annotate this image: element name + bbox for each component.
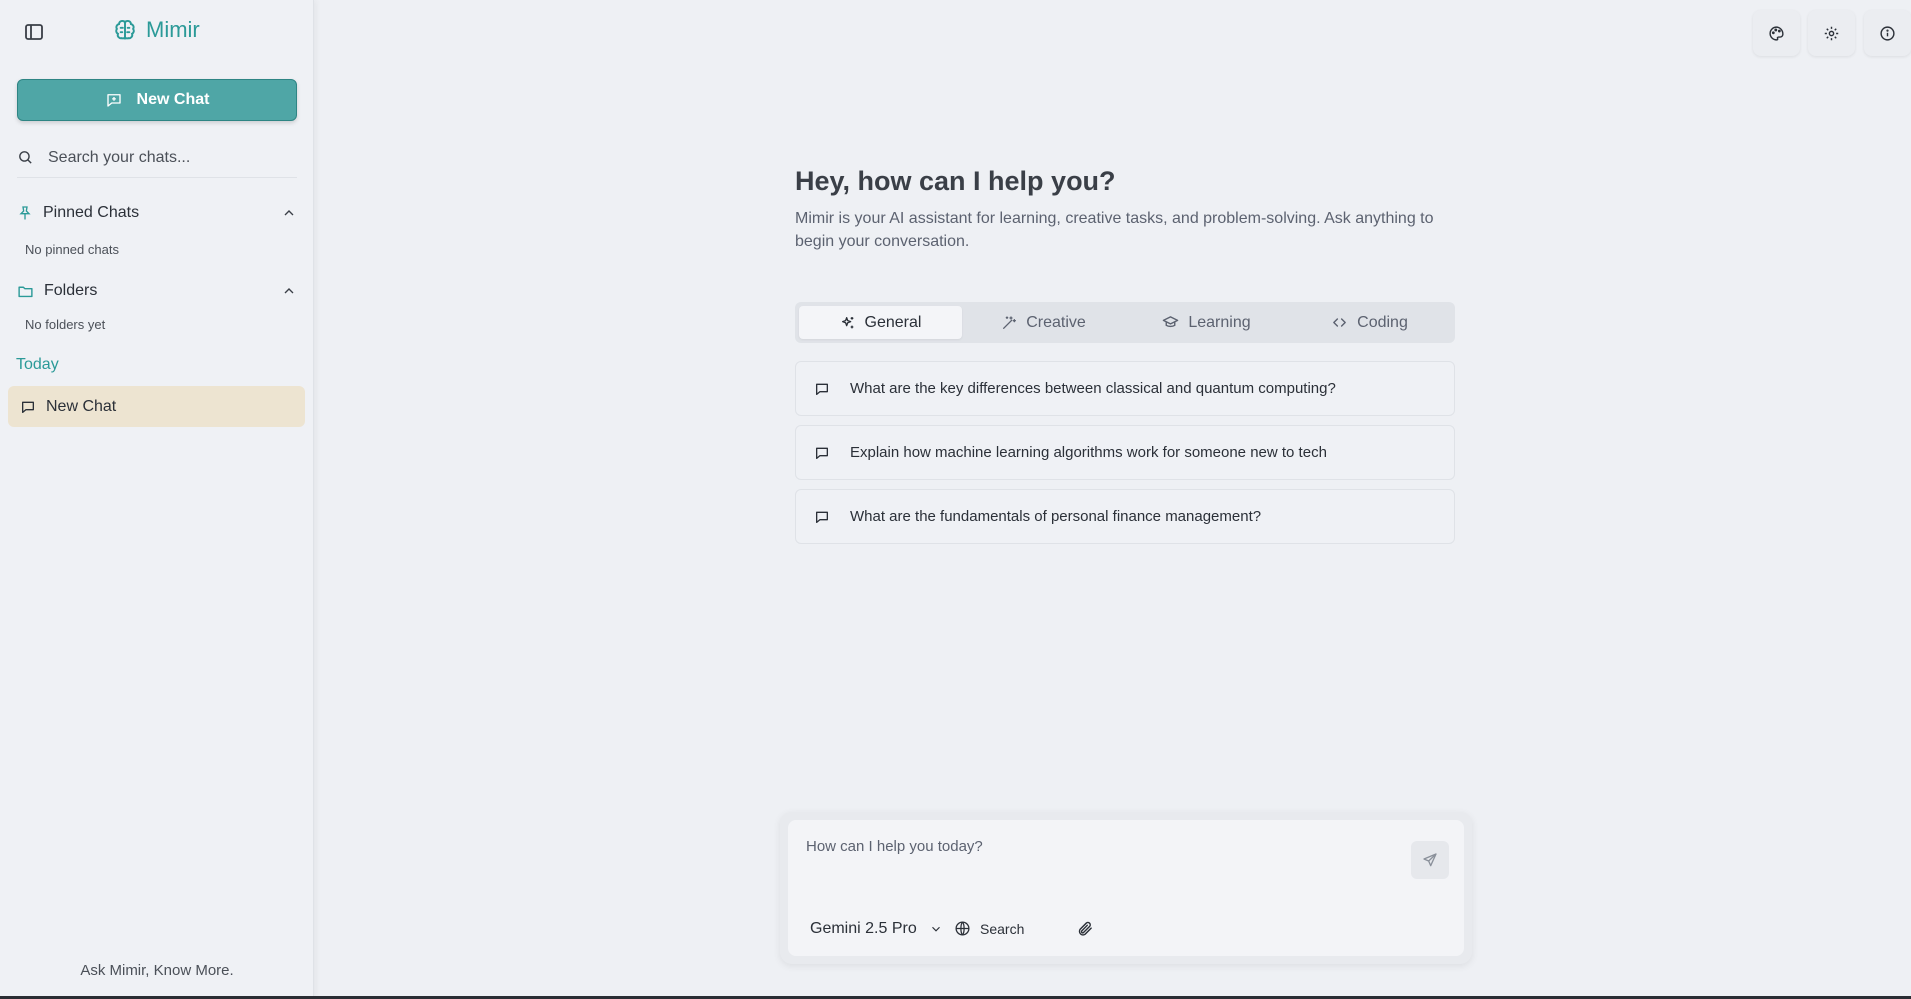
pinned-chats-label: Pinned Chats (43, 204, 140, 221)
message-input[interactable] (806, 838, 1386, 855)
app-name: Mimir (146, 17, 200, 42)
message-icon (814, 445, 830, 461)
folders-label: Folders (44, 282, 98, 299)
folder-icon (17, 283, 34, 300)
tab-label: Coding (1357, 313, 1408, 331)
greeting-heading: Hey, how can I help you? (795, 166, 1116, 196)
pinned-chats-header[interactable]: Pinned Chats (17, 200, 297, 226)
message-icon (814, 509, 830, 525)
pin-icon (17, 205, 33, 221)
chat-list-item[interactable]: New Chat (8, 386, 305, 427)
tab-label: Creative (1026, 313, 1086, 331)
sparkles-icon (840, 315, 856, 331)
greeting-subtitle: Mimir is your AI assistant for learning,… (795, 210, 1434, 250)
message-plus-icon (105, 91, 123, 109)
search-toggle-label: Search (980, 920, 1025, 937)
app-logo[interactable]: Mimir (112, 17, 200, 43)
send-button[interactable] (1411, 841, 1449, 879)
suggested-prompt[interactable]: What are the fundamentals of personal fi… (795, 489, 1455, 544)
palette-icon (1768, 25, 1785, 42)
message-composer: Gemini 2.5 Pro Search (780, 812, 1472, 964)
tab-creative[interactable]: Creative (962, 306, 1125, 339)
web-search-toggle[interactable]: Search (954, 920, 1024, 937)
new-chat-button[interactable]: New Chat (17, 79, 297, 121)
about-button[interactable] (1864, 10, 1911, 56)
chevron-up-icon[interactable] (281, 205, 297, 221)
folders-empty-note: No folders yet (25, 317, 106, 332)
gear-icon (1823, 25, 1840, 42)
composer-box: Gemini 2.5 Pro Search (788, 820, 1464, 956)
sidebar: Mimir New Chat Pinned Chats No pinned ch… (0, 0, 314, 999)
prompt-text: What are the key differences between cla… (850, 380, 1336, 397)
chat-search (17, 144, 297, 178)
code-icon (1331, 314, 1348, 331)
send-icon (1422, 852, 1438, 868)
suggested-prompt[interactable]: Explain how machine learning algorithms … (795, 425, 1455, 480)
new-chat-label: New Chat (136, 91, 210, 108)
pinned-empty-note: No pinned chats (25, 242, 119, 257)
sidebar-toggle-icon[interactable] (22, 20, 46, 44)
tab-general[interactable]: General (799, 306, 962, 339)
globe-icon (954, 920, 971, 937)
chat-item-label: New Chat (46, 397, 117, 415)
chevron-down-icon (929, 922, 943, 936)
model-selector[interactable]: Gemini 2.5 Pro (810, 920, 943, 938)
tab-label: Learning (1188, 313, 1251, 331)
suggested-prompt[interactable]: What are the key differences between cla… (795, 361, 1455, 416)
search-icon (17, 149, 34, 166)
model-name: Gemini 2.5 Pro (810, 920, 917, 937)
info-icon (1879, 25, 1896, 42)
graduation-cap-icon (1162, 314, 1179, 331)
message-icon (20, 399, 36, 415)
brain-icon (112, 17, 138, 43)
today-section-label: Today (16, 356, 59, 373)
tab-label: General (864, 313, 922, 331)
folders-header[interactable]: Folders (17, 278, 297, 304)
paperclip-icon (1077, 920, 1094, 937)
wand-icon (1001, 315, 1017, 331)
chat-search-input[interactable] (48, 148, 278, 167)
category-tabs: General Creative Learning Coding (795, 302, 1455, 343)
message-icon (814, 381, 830, 397)
prompt-text: Explain how machine learning algorithms … (850, 444, 1327, 461)
attach-button[interactable] (1077, 920, 1094, 937)
settings-button[interactable] (1808, 10, 1855, 56)
app-tagline: Ask Mimir, Know More. (80, 962, 234, 979)
theme-button[interactable] (1753, 10, 1800, 56)
tab-learning[interactable]: Learning (1125, 306, 1288, 339)
chevron-up-icon[interactable] (281, 283, 297, 299)
prompt-text: What are the fundamentals of personal fi… (850, 508, 1262, 525)
tab-coding[interactable]: Coding (1288, 306, 1451, 339)
